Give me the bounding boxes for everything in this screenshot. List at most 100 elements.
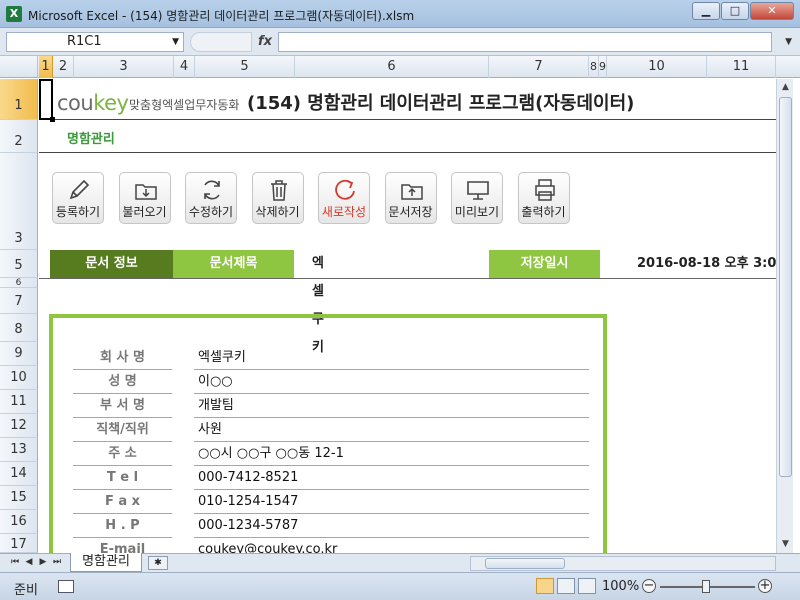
field-value[interactable]: 000-7412-8521 xyxy=(194,466,589,490)
row-header[interactable]: 9 xyxy=(0,342,38,366)
column-header[interactable]: 5 xyxy=(195,56,295,78)
expand-formula-icon[interactable]: ▼ xyxy=(785,37,792,47)
column-header[interactable]: 7 xyxy=(489,56,589,78)
row-header[interactable]: 6 xyxy=(0,278,38,288)
row-header[interactable]: 10 xyxy=(0,366,38,390)
load-button[interactable]: 불러오기 xyxy=(118,172,171,224)
formula-bar: R1C1 ▼ fx ▼ xyxy=(0,28,800,56)
column-header[interactable]: 8 xyxy=(589,56,599,78)
column-header[interactable]: 3 xyxy=(74,56,174,78)
horizontal-scrollbar[interactable] xyxy=(470,556,776,571)
doc-title-value[interactable]: 엑셀쿠키 xyxy=(312,250,324,355)
edit-button[interactable]: 수정하기 xyxy=(185,172,237,224)
field-value[interactable]: 엑셀쿠키 xyxy=(194,346,589,370)
formula-input[interactable] xyxy=(278,32,772,52)
scroll-thumb[interactable] xyxy=(485,558,565,569)
vertical-scrollbar[interactable]: ▲ ▼ xyxy=(776,79,793,553)
print-button-label: 출력하기 xyxy=(521,205,566,219)
normal-view-icon[interactable] xyxy=(536,578,554,594)
row-header[interactable]: 14 xyxy=(0,462,38,486)
doc-info-label: 문서 정보 xyxy=(50,250,173,278)
pencil-icon xyxy=(69,179,90,200)
row-header[interactable]: 11 xyxy=(0,390,38,414)
field-value[interactable]: coukey@coukey.co.kr xyxy=(194,538,589,553)
business-card-form: 회 사 명 엑셀쿠키 성 명 이○○ 부 서 명 개발팀 직책/직위 사원 주 … xyxy=(49,314,607,553)
zoom-level[interactable]: 100% xyxy=(602,579,639,594)
insert-sheet-icon[interactable]: ✱ xyxy=(148,556,168,570)
saved-at-value[interactable]: 2016-08-18 오후 3:00:47 xyxy=(637,250,776,278)
next-sheet-icon[interactable]: ▶ xyxy=(36,557,50,567)
worksheet[interactable]: coukey 맞춤형엑셀업무자동화 (154) 명함관리 데이터관리 프로그램(… xyxy=(39,79,776,553)
field-value[interactable]: 사원 xyxy=(194,418,589,442)
sheet-tab-active[interactable]: 명함관리 xyxy=(70,553,142,572)
preview-button[interactable]: 미리보기 xyxy=(451,172,503,224)
title-bar: X Microsoft Excel - (154) 명함관리 데이터관리 프로그… xyxy=(0,0,800,28)
zoom-slider-handle[interactable] xyxy=(702,580,710,593)
column-header[interactable]: 11 xyxy=(707,56,776,78)
field-value[interactable]: 개발팀 xyxy=(194,394,589,418)
row-header[interactable]: 12 xyxy=(0,414,38,438)
delete-button-label: 삭제하기 xyxy=(255,205,300,219)
row-header[interactable]: 8 xyxy=(0,314,38,342)
field-value[interactable]: 이○○ xyxy=(194,370,589,394)
delete-button[interactable]: 삭제하기 xyxy=(251,172,304,224)
name-box[interactable]: R1C1 ▼ xyxy=(6,32,184,52)
field-company: 회 사 명 엑셀쿠키 xyxy=(73,346,589,370)
minimize-button[interactable]: ▁ xyxy=(692,2,720,20)
logo-tagline: 맞춤형엑셀업무자동화 xyxy=(129,98,240,112)
row-header[interactable]: 7 xyxy=(0,288,38,314)
logo-text-right: key xyxy=(93,91,129,115)
maximize-button[interactable]: □ xyxy=(721,2,749,20)
row-header[interactable]: 17 xyxy=(0,534,38,553)
field-position: 직책/직위 사원 xyxy=(73,418,589,442)
divider xyxy=(39,119,776,120)
field-label: 직책/직위 xyxy=(73,418,172,442)
row-header[interactable]: 13 xyxy=(0,438,38,462)
edit-button-label: 수정하기 xyxy=(188,205,234,219)
scroll-thumb[interactable] xyxy=(779,97,792,477)
new-doc-icon xyxy=(335,179,355,200)
row-header[interactable]: 15 xyxy=(0,486,38,510)
column-header[interactable]: 2 xyxy=(53,56,74,78)
field-value[interactable]: ○○시 ○○구 ○○동 12-1 xyxy=(194,442,589,466)
close-button[interactable]: ✕ xyxy=(750,2,794,20)
last-sheet-icon[interactable]: ⏭ xyxy=(50,557,64,567)
logo-text-left: cou xyxy=(57,91,94,115)
doc-title-label: 문서제목 xyxy=(173,250,294,278)
row-header[interactable]: 3 xyxy=(0,153,38,250)
row-header[interactable]: 1 xyxy=(0,79,38,120)
field-label: 주 소 xyxy=(73,442,172,466)
new-document-button[interactable]: 새로작성 xyxy=(318,172,370,224)
macro-record-icon[interactable] xyxy=(58,580,74,593)
column-header[interactable]: 6 xyxy=(295,56,489,78)
scroll-down-icon[interactable]: ▼ xyxy=(777,536,794,553)
chevron-down-icon[interactable]: ▼ xyxy=(172,33,179,51)
row-header[interactable]: 2 xyxy=(0,120,38,153)
column-header[interactable]: 9 xyxy=(599,56,607,78)
active-cell-cursor[interactable] xyxy=(39,79,55,122)
zoom-out-icon[interactable]: − xyxy=(642,579,656,593)
page-break-view-icon[interactable] xyxy=(578,578,596,594)
print-button[interactable]: 출력하기 xyxy=(517,172,570,224)
page-layout-view-icon[interactable] xyxy=(557,578,575,594)
sheet-nav: ⏮ ◀ ▶ ⏭ xyxy=(8,557,64,567)
scroll-up-icon[interactable]: ▲ xyxy=(777,79,794,96)
field-value[interactable]: 010-1254-1547 xyxy=(194,490,589,514)
column-header[interactable]: 4 xyxy=(174,56,195,78)
register-button[interactable]: 등록하기 xyxy=(52,172,104,224)
insert-function-icon[interactable]: fx xyxy=(258,34,272,49)
window-controls: ▁ □ ✕ xyxy=(691,2,794,20)
zoom-in-icon[interactable]: + xyxy=(758,579,772,593)
load-button-label: 불러오기 xyxy=(122,205,167,219)
column-header[interactable]: 1 xyxy=(39,56,53,78)
column-header[interactable]: 10 xyxy=(607,56,707,78)
row-header[interactable]: 5 xyxy=(0,250,38,278)
save-document-button[interactable]: 문서저장 xyxy=(384,172,437,224)
first-sheet-icon[interactable]: ⏮ xyxy=(8,557,22,567)
select-all-corner[interactable] xyxy=(0,56,38,78)
row-header[interactable]: 16 xyxy=(0,510,38,534)
field-value[interactable]: 000-1234-5787 xyxy=(194,514,589,538)
action-toolbar: 등록하기 불러오기 수정하기 삭제하기 새로작성 문서저장 미리보기 출력하기 xyxy=(52,172,584,224)
monitor-icon xyxy=(467,181,489,200)
prev-sheet-icon[interactable]: ◀ xyxy=(22,557,36,567)
